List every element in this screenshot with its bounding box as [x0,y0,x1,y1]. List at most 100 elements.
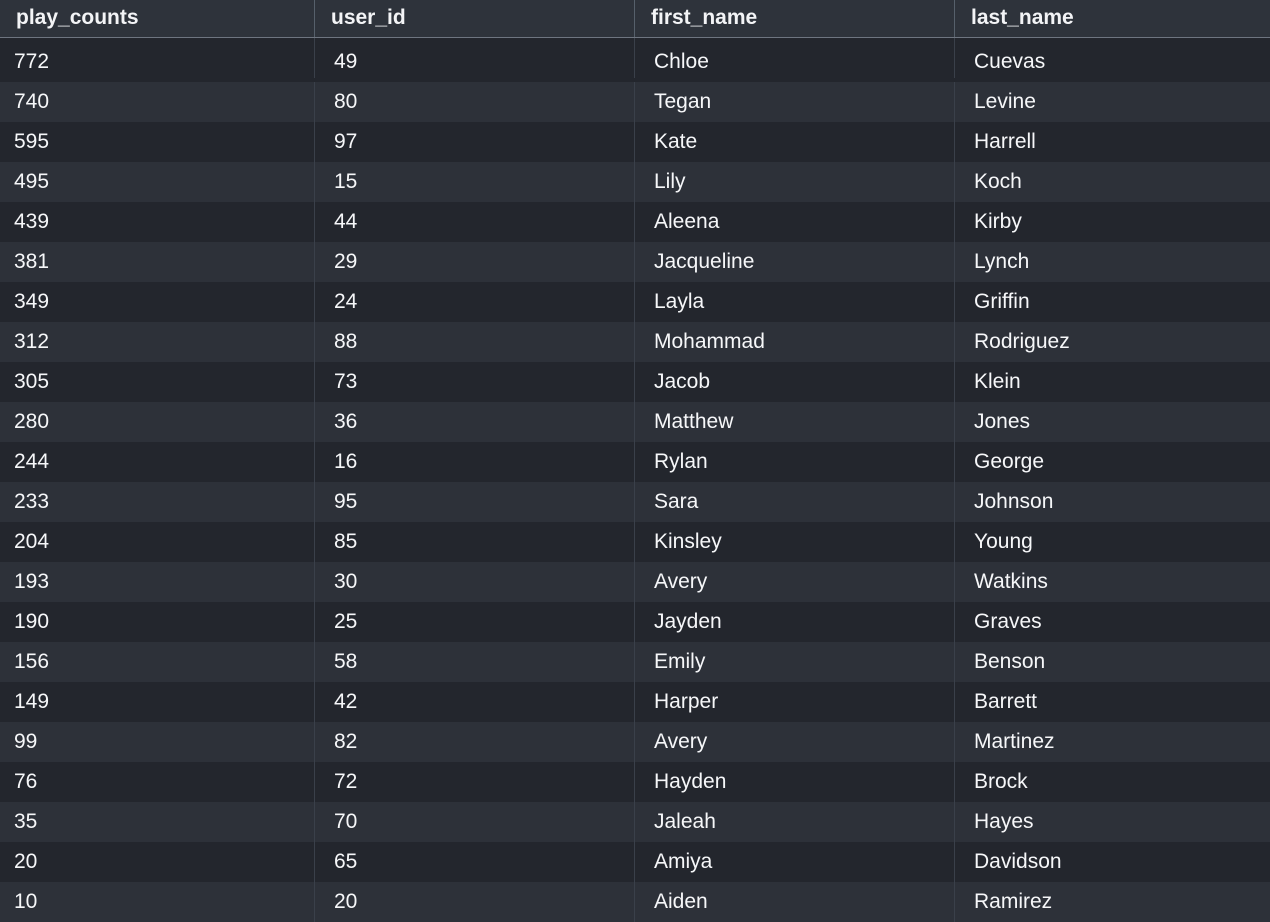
cell-user-id[interactable]: 24 [315,282,635,322]
cell-first-name[interactable]: Jaleah [635,802,955,842]
cell-user-id[interactable]: 88 [315,322,635,362]
cell-user-id[interactable]: 44 [315,202,635,242]
cell-last-name[interactable]: Davidson [955,842,1270,882]
table-row[interactable]: 156 58 Emily Benson [0,642,1270,682]
cell-first-name[interactable]: Kate [635,122,955,162]
cell-user-id[interactable]: 16 [315,442,635,482]
cell-last-name[interactable]: Griffin [955,282,1270,322]
table-row[interactable]: 280 36 Matthew Jones [0,402,1270,442]
cell-user-id[interactable]: 82 [315,722,635,762]
cell-first-name[interactable]: Lily [635,162,955,202]
table-row[interactable]: 349 24 Layla Griffin [0,282,1270,322]
cell-last-name[interactable]: Klein [955,362,1270,402]
table-row[interactable]: 10 20 Aiden Ramirez [0,882,1270,922]
cell-last-name[interactable]: Johnson [955,482,1270,522]
cell-play-counts[interactable]: 190 [0,602,315,642]
cell-first-name[interactable]: Sara [635,482,955,522]
cell-first-name[interactable]: Amiya [635,842,955,882]
cell-last-name[interactable]: Harrell [955,122,1270,162]
cell-user-id[interactable]: 15 [315,162,635,202]
cell-first-name[interactable]: Chloe [635,38,955,78]
table-row[interactable]: 233 95 Sara Johnson [0,482,1270,522]
cell-user-id[interactable]: 72 [315,762,635,802]
table-row[interactable]: 190 25 Jayden Graves [0,602,1270,642]
cell-last-name[interactable]: Young [955,522,1270,562]
cell-first-name[interactable]: Jayden [635,602,955,642]
table-row[interactable]: 35 70 Jaleah Hayes [0,802,1270,842]
cell-first-name[interactable]: Layla [635,282,955,322]
cell-user-id[interactable]: 58 [315,642,635,682]
cell-play-counts[interactable]: 204 [0,522,315,562]
cell-last-name[interactable]: Jones [955,402,1270,442]
table-row[interactable]: 740 80 Tegan Levine [0,82,1270,122]
cell-play-counts[interactable]: 595 [0,122,315,162]
cell-last-name[interactable]: Rodriguez [955,322,1270,362]
table-row[interactable]: 495 15 Lily Koch [0,162,1270,202]
cell-play-counts[interactable]: 280 [0,402,315,442]
cell-last-name[interactable]: Barrett [955,682,1270,722]
cell-play-counts[interactable]: 381 [0,242,315,282]
cell-play-counts[interactable]: 772 [0,38,315,78]
cell-play-counts[interactable]: 20 [0,842,315,882]
cell-first-name[interactable]: Rylan [635,442,955,482]
cell-first-name[interactable]: Aiden [635,882,955,922]
cell-play-counts[interactable]: 439 [0,202,315,242]
table-row[interactable]: 99 82 Avery Martinez [0,722,1270,762]
cell-play-counts[interactable]: 740 [0,82,315,122]
cell-user-id[interactable]: 42 [315,682,635,722]
table-row[interactable]: 381 29 Jacqueline Lynch [0,242,1270,282]
column-header-last-name[interactable]: last_name [955,0,1270,37]
table-row[interactable]: 305 73 Jacob Klein [0,362,1270,402]
cell-play-counts[interactable]: 76 [0,762,315,802]
cell-first-name[interactable]: Jacob [635,362,955,402]
cell-user-id[interactable]: 49 [315,38,635,78]
cell-last-name[interactable]: Levine [955,82,1270,122]
cell-first-name[interactable]: Aleena [635,202,955,242]
cell-user-id[interactable]: 80 [315,82,635,122]
table-row[interactable]: 244 16 Rylan George [0,442,1270,482]
cell-play-counts[interactable]: 349 [0,282,315,322]
cell-play-counts[interactable]: 193 [0,562,315,602]
cell-last-name[interactable]: Martinez [955,722,1270,762]
cell-user-id[interactable]: 25 [315,602,635,642]
table-row[interactable]: 312 88 Mohammad Rodriguez [0,322,1270,362]
table-row[interactable]: 595 97 Kate Harrell [0,122,1270,162]
cell-user-id[interactable]: 65 [315,842,635,882]
cell-play-counts[interactable]: 156 [0,642,315,682]
cell-play-counts[interactable]: 99 [0,722,315,762]
cell-last-name[interactable]: Graves [955,602,1270,642]
cell-user-id[interactable]: 95 [315,482,635,522]
table-row[interactable]: 204 85 Kinsley Young [0,522,1270,562]
column-header-user-id[interactable]: user_id [315,0,635,37]
cell-last-name[interactable]: Benson [955,642,1270,682]
cell-first-name[interactable]: Mohammad [635,322,955,362]
cell-last-name[interactable]: Ramirez [955,882,1270,922]
column-header-play-counts[interactable]: play_counts [0,0,315,37]
column-header-first-name[interactable]: first_name [635,0,955,37]
cell-play-counts[interactable]: 305 [0,362,315,402]
table-row[interactable]: 439 44 Aleena Kirby [0,202,1270,242]
cell-first-name[interactable]: Avery [635,722,955,762]
cell-user-id[interactable]: 70 [315,802,635,842]
cell-user-id[interactable]: 97 [315,122,635,162]
cell-play-counts[interactable]: 312 [0,322,315,362]
cell-last-name[interactable]: Cuevas [955,38,1270,78]
table-row[interactable]: 193 30 Avery Watkins [0,562,1270,602]
cell-last-name[interactable]: Watkins [955,562,1270,602]
table-row[interactable]: 149 42 Harper Barrett [0,682,1270,722]
cell-play-counts[interactable]: 495 [0,162,315,202]
cell-last-name[interactable]: Koch [955,162,1270,202]
cell-last-name[interactable]: Brock [955,762,1270,802]
cell-user-id[interactable]: 20 [315,882,635,922]
cell-play-counts[interactable]: 244 [0,442,315,482]
cell-first-name[interactable]: Kinsley [635,522,955,562]
cell-play-counts[interactable]: 233 [0,482,315,522]
cell-play-counts[interactable]: 35 [0,802,315,842]
cell-user-id[interactable]: 29 [315,242,635,282]
cell-last-name[interactable]: Lynch [955,242,1270,282]
cell-first-name[interactable]: Emily [635,642,955,682]
cell-last-name[interactable]: Kirby [955,202,1270,242]
cell-play-counts[interactable]: 149 [0,682,315,722]
cell-first-name[interactable]: Hayden [635,762,955,802]
cell-first-name[interactable]: Tegan [635,82,955,122]
